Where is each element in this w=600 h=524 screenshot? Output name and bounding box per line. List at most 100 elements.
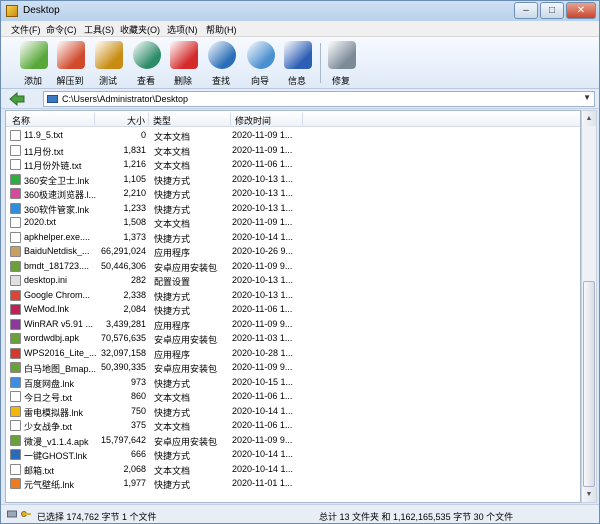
file-name: 元气壁纸.lnk (24, 480, 75, 490)
winrar-window: Desktop – □ ✕ 文件(F) 命令(C) 工具(S) 收藏夹(O) 选… (0, 0, 600, 524)
delete-icon (170, 41, 198, 69)
file-icon (10, 420, 21, 431)
file-row[interactable]: 360极速浏览器.l... 2,210 快捷方式 2020-10-13 1... (6, 186, 580, 201)
file-row[interactable]: 微漫_v1.1.4.apk 15,797,642 安卓应用安装包 2020-11-09… (6, 433, 580, 448)
file-icon (10, 304, 21, 315)
extract-to-button[interactable]: 解压到 (50, 39, 90, 87)
file-modified: 2020-11-09 9... (232, 434, 293, 445)
status-selection: 已选择 174,762 字节 1 个文件 (37, 512, 157, 522)
file-row[interactable]: 360软件管家.lnk 1,233 快捷方式 2020-10-13 1... (6, 201, 580, 216)
menu-command[interactable]: 命令(C) (46, 23, 77, 36)
file-name: Google Chrom... (24, 289, 91, 300)
file-type: 配置设置 (154, 277, 191, 287)
file-modified: 2020-10-14 1... (232, 463, 294, 474)
column-divider[interactable] (148, 113, 149, 125)
file-modified: 2020-11-09 9... (232, 362, 293, 372)
file-name: 邮箱.txt (24, 465, 55, 476)
menu-file[interactable]: 文件(F) (11, 23, 41, 36)
add-button[interactable]: 添加 (13, 39, 53, 87)
file-row[interactable]: 11月份外链.txt 1,216 文本文档 2020-11-06 1... (6, 157, 580, 172)
view-button[interactable]: 查看 (126, 39, 166, 87)
menu-options[interactable]: 选项(N) (167, 23, 198, 36)
file-row[interactable]: 11.9_5.txt 0 文本文档 2020-11-09 1... (6, 128, 580, 143)
column-divider[interactable] (230, 113, 231, 125)
file-type: 文本文档 (154, 161, 191, 171)
file-row[interactable]: 百度网盘.lnk 973 快捷方式 2020-10-15 1... (6, 375, 580, 390)
file-row[interactable]: apkhelper.exe.... 1,373 快捷方式 2020-10-14 1..… (6, 230, 580, 245)
file-row[interactable]: 少女战争.txt 375 文本文档 2020-11-06 1... (6, 418, 580, 433)
file-row[interactable]: BaiduNetdisk_... 66,291,024 应用程序 2020-10-26… (6, 244, 580, 259)
file-row[interactable]: 邮箱.txt 2,068 文本文档 2020-10-14 1... (6, 462, 580, 477)
test-label: 测试 (98, 76, 117, 86)
file-row[interactable]: 11月份.txt 1,831 文本文档 2020-11-09 1... (6, 143, 580, 158)
file-row[interactable]: bmdt_181723.... 50,446,306 安卓应用安装包 2020-11-… (6, 259, 580, 274)
file-row[interactable]: 2020.txt 1,508 文本文档 2020-11-09 1... (6, 215, 580, 230)
minimize-button[interactable]: – (514, 2, 538, 19)
column-divider[interactable] (94, 113, 95, 125)
column-size[interactable]: 大小 (127, 114, 145, 127)
repair-button[interactable]: 修复 (321, 39, 361, 87)
file-name: 11月份.txt (24, 146, 64, 157)
file-size: 3,439,281 (105, 318, 146, 329)
file-name: wordwdbj.apk (24, 333, 80, 343)
file-row[interactable]: 今日之号.txt 860 文本文档 2020-11-06 1... (6, 389, 580, 404)
scroll-thumb[interactable] (583, 281, 595, 487)
file-name: WinRAR v5.91 ... (24, 318, 94, 329)
wizard-icon (247, 41, 275, 69)
scroll-up-icon[interactable]: ▲ (582, 111, 596, 126)
address-bar[interactable]: C:\Users\Administrator\Desktop ▼ (43, 91, 595, 107)
column-divider[interactable] (302, 113, 303, 125)
file-name: 微漫_v1.1.4.apk (24, 436, 89, 447)
file-size: 32,097,158 (100, 347, 146, 358)
file-type: 快捷方式 (154, 190, 191, 200)
file-row[interactable]: 雷电模拟器.lnk 750 快捷方式 2020-10-14 1... (6, 404, 580, 419)
find-button[interactable]: 查找 (201, 39, 241, 87)
file-row[interactable]: WeMod.lnk 2,084 快捷方式 2020-11-06 1... (6, 302, 580, 317)
file-type: 快捷方式 (154, 306, 191, 316)
file-type: 安卓应用安装包 (154, 262, 218, 273)
column-modified[interactable]: 修改时间 (235, 114, 271, 127)
up-folder-icon[interactable] (9, 92, 25, 106)
file-row[interactable]: 360安全卫士.lnk 1,105 快捷方式 2020-10-13 1... (6, 172, 580, 187)
file-icon (10, 478, 21, 489)
vertical-scrollbar[interactable]: ▲ ▼ (581, 110, 597, 503)
file-row[interactable]: 元气壁纸.lnk 1,977 快捷方式 2020-11-01 1... (6, 476, 580, 491)
status-bar: 已选择 174,762 字节 1 个文件 总计 13 文件夹 和 1,162,1… (1, 504, 599, 523)
file-name: 少女战争.txt (24, 422, 73, 432)
column-name[interactable]: 名称 (12, 114, 30, 127)
file-type: 快捷方式 (154, 291, 191, 302)
test-button[interactable]: 测试 (88, 39, 128, 87)
chevron-down-icon[interactable]: ▼ (583, 93, 591, 102)
file-row[interactable]: Google Chrom... 2,338 快捷方式 2020-10-13 1... (6, 288, 580, 303)
file-size: 750 (130, 405, 146, 416)
maximize-button[interactable]: □ (540, 2, 564, 19)
delete-button[interactable]: 删除 (163, 39, 203, 87)
file-row[interactable]: 一键GHOST.lnk 666 快捷方式 2020-10-14 1... (6, 447, 580, 462)
wizard-button[interactable]: 向导 (240, 39, 280, 87)
info-button[interactable]: 信息 (277, 39, 317, 87)
file-icon (10, 376, 21, 388)
status-total: 总计 13 文件夹 和 1,162,165,535 字节 30 个文件 (319, 512, 514, 522)
file-type: 快捷方式 (154, 204, 191, 215)
file-modified: 2020-11-06 1... (232, 304, 293, 314)
file-modified: 2020-10-28 1... (232, 347, 294, 358)
scroll-down-icon[interactable]: ▼ (582, 487, 596, 502)
file-name: 360极速浏览器.l... (24, 190, 96, 200)
delete-label: 删除 (173, 76, 192, 86)
file-row[interactable]: WinRAR v5.91 ... 3,439,281 应用程序 2020-11-09 … (6, 317, 580, 332)
close-button[interactable]: ✕ (566, 2, 596, 19)
menu-favorites[interactable]: 收藏夹(O) (120, 23, 160, 36)
file-modified: 2020-10-13 1... (232, 188, 294, 198)
file-name: 百度网盘.lnk (24, 378, 75, 389)
test-icon (95, 41, 123, 69)
column-type[interactable]: 类型 (153, 114, 171, 127)
file-size: 860 (130, 391, 146, 401)
file-list[interactable]: 名称 大小 类型 修改时间 11.9_5.txt 0 文本文档 2020-11-09 … (5, 110, 581, 503)
file-row[interactable]: 白马地图_Bmap... 50,390,335 安卓应用安装包 2020-11-09 … (6, 360, 580, 375)
menu-tools[interactable]: 工具(S) (84, 23, 114, 36)
file-row[interactable]: wordwdbj.apk 70,576,635 安卓应用安装包 2020-11-03 … (6, 331, 580, 346)
file-row[interactable]: WPS2016_Lite_... 32,097,158 应用程序 2020-10-28… (6, 346, 580, 361)
file-name: 白马地图_Bmap... (24, 364, 96, 374)
menu-help[interactable]: 帮助(H) (206, 23, 237, 36)
file-row[interactable]: desktop.ini 282 配置设置 2020-10-13 1... (6, 273, 580, 288)
